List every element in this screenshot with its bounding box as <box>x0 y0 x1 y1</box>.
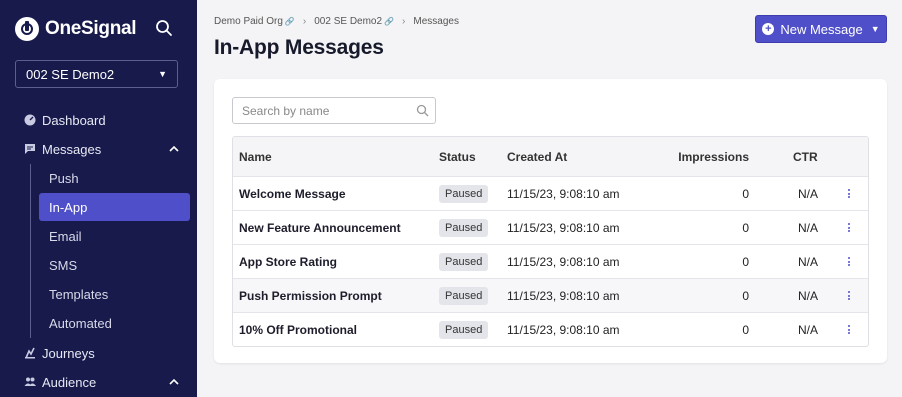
impressions: 0 <box>742 288 749 303</box>
plus-circle-icon: + <box>762 23 775 35</box>
table-row[interactable]: 10% Off Promotional Paused 11/15/23, 9:0… <box>233 312 868 346</box>
impressions: 0 <box>742 254 749 269</box>
status-cell: Paused <box>439 313 489 346</box>
app-selector[interactable]: 002 SE Demo2 ▼ <box>15 60 178 88</box>
messages-card: Search by name Name Status Created At Im… <box>214 79 887 363</box>
table-row[interactable]: App Store Rating Paused 11/15/23, 9:08:1… <box>233 244 868 278</box>
app-selector-value: 002 SE Demo2 <box>26 66 115 82</box>
kebab-menu-icon <box>848 189 850 198</box>
brand-name: OneSignal <box>45 18 137 39</box>
kebab-menu-icon <box>848 325 850 334</box>
sidebar-item-automated[interactable]: Automated <box>39 309 190 337</box>
message-icon <box>25 144 35 154</box>
ctr: N/A <box>797 186 818 201</box>
breadcrumb-separator: › <box>302 16 307 27</box>
created-at: 11/15/23, 9:08:10 am <box>507 254 620 269</box>
ctr: N/A <box>797 288 818 303</box>
search-placeholder: Search by name <box>242 103 330 118</box>
created-at: 11/15/23, 9:08:10 am <box>507 322 620 337</box>
messages-table: Name Status Created At Impressions CTR W… <box>232 136 869 347</box>
status-badge: Paused <box>439 218 489 237</box>
search-input[interactable]: Search by name <box>232 97 436 124</box>
sidebar-item-in-app[interactable]: In-App <box>39 193 190 221</box>
ctr: N/A <box>797 254 818 269</box>
journeys-icon <box>25 347 35 359</box>
sidebar-item-push[interactable]: Push <box>39 164 190 192</box>
sidebar-item-label: Audience <box>42 374 97 390</box>
brand[interactable]: OneSignal <box>15 17 137 41</box>
status-cell: Paused <box>439 279 489 312</box>
kebab-menu-icon <box>848 223 850 232</box>
sidebar-item-messages[interactable]: Messages <box>24 139 101 159</box>
breadcrumb-separator: › <box>402 16 406 27</box>
status-cell: Paused <box>439 211 489 244</box>
sidebar-item-audience[interactable]: Audience <box>24 372 96 392</box>
ctr: N/A <box>797 220 818 235</box>
column-header-impressions[interactable]: Impressions <box>673 137 749 176</box>
message-name[interactable]: Push Permission Prompt <box>239 279 382 312</box>
search-icon[interactable] <box>155 19 173 37</box>
status-badge: Paused <box>439 286 489 305</box>
sidebar-item-sms[interactable]: SMS <box>39 251 190 279</box>
created-at: 11/15/23, 9:08:10 am <box>507 220 620 235</box>
breadcrumb-app[interactable]: 002 SE Demo2 <box>314 16 382 27</box>
sidebar-item-label: Messages <box>42 141 102 157</box>
breadcrumb: Demo Paid Org 🔗 › 002 SE Demo2 🔗 › Messa… <box>214 16 459 27</box>
row-menu-button[interactable] <box>845 279 853 312</box>
page-title: In-App Messages <box>214 36 384 59</box>
link-icon: 🔗 <box>284 17 295 26</box>
onesignal-logo-icon <box>15 17 39 41</box>
impressions: 0 <box>742 186 749 201</box>
sidebar-item-label: Dashboard <box>42 112 106 128</box>
sidebar-item-dashboard[interactable]: Dashboard <box>24 110 106 130</box>
new-message-label: New Message <box>780 21 863 37</box>
status-cell: Paused <box>439 177 489 210</box>
dashboard-icon <box>24 114 36 126</box>
impressions: 0 <box>742 322 749 337</box>
column-header-status[interactable]: Status <box>439 137 476 176</box>
sidebar-item-journeys[interactable]: Journeys <box>24 343 95 363</box>
column-header-ctr[interactable]: CTR <box>793 137 818 176</box>
sidebar: OneSignal 002 SE Demo2 ▼ Dashboard Messa… <box>0 0 197 397</box>
new-message-button[interactable]: + New Message ▼ <box>755 15 887 43</box>
sidebar-item-label: Journeys <box>42 345 95 361</box>
column-header-created-at[interactable]: Created At <box>507 137 567 176</box>
column-header-name[interactable]: Name <box>239 137 272 176</box>
created-at: 11/15/23, 9:08:10 am <box>507 186 620 201</box>
message-name[interactable]: App Store Rating <box>239 245 337 278</box>
status-badge: Paused <box>439 184 489 203</box>
impressions: 0 <box>742 220 749 235</box>
message-name[interactable]: 10% Off Promotional <box>239 313 357 346</box>
breadcrumb-org[interactable]: Demo Paid Org <box>214 16 283 27</box>
breadcrumb-current: Messages <box>413 16 459 27</box>
sidebar-item-email[interactable]: Email <box>39 222 190 250</box>
created-at: 11/15/23, 9:08:10 am <box>507 288 620 303</box>
chevron-up-icon[interactable] <box>168 143 180 155</box>
caret-down-icon: ▼ <box>158 69 167 79</box>
row-menu-button[interactable] <box>845 211 853 244</box>
table-row[interactable]: Welcome Message Paused 11/15/23, 9:08:10… <box>233 176 868 210</box>
subnav-divider <box>30 164 31 338</box>
search-icon <box>416 104 429 117</box>
table-row[interactable]: Push Permission Prompt Paused 11/15/23, … <box>233 278 868 312</box>
row-menu-button[interactable] <box>845 177 853 210</box>
table-row[interactable]: New Feature Announcement Paused 11/15/23… <box>233 210 868 244</box>
link-icon: 🔗 <box>384 17 395 26</box>
ctr: N/A <box>797 322 818 337</box>
row-menu-button[interactable] <box>845 245 853 278</box>
message-name[interactable]: New Feature Announcement <box>239 211 401 244</box>
table-header: Name Status Created At Impressions CTR <box>233 137 868 176</box>
sidebar-item-templates[interactable]: Templates <box>39 280 190 308</box>
status-badge: Paused <box>439 252 489 271</box>
row-menu-button[interactable] <box>845 313 853 346</box>
message-name[interactable]: Welcome Message <box>239 177 346 210</box>
chevron-up-icon[interactable] <box>168 376 180 388</box>
users-icon <box>24 377 36 386</box>
kebab-menu-icon <box>848 291 850 300</box>
status-badge: Paused <box>439 320 489 339</box>
caret-down-icon: ▼ <box>870 24 880 34</box>
kebab-menu-icon <box>848 257 850 266</box>
status-cell: Paused <box>439 245 489 278</box>
